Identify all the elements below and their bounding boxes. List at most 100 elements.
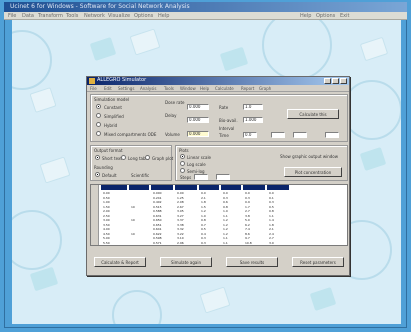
table-row[interactable]: 2.50 0.631 3.27 1.0 1.1 3.8 1.1 xyxy=(91,213,347,218)
radio-constant[interactable] xyxy=(96,104,101,109)
simulation-heading: Simulation model xyxy=(94,97,130,102)
outer-menu-help[interactable]: Help xyxy=(158,13,169,19)
close-icon[interactable] xyxy=(340,78,347,84)
table-row[interactable]: 1.50 10 0.515 2.67 1.5 0.8 1.7 0.5 xyxy=(91,204,347,209)
column-header[interactable] xyxy=(267,185,289,190)
field-rate[interactable]: 1.0 xyxy=(243,104,263,110)
outer-menu-options[interactable]: Options xyxy=(134,13,153,19)
menu-window[interactable]: Window xyxy=(180,86,196,91)
column-header[interactable] xyxy=(175,185,197,190)
simulate-again-button[interactable]: Simulate again xyxy=(160,257,212,267)
field-interval-b[interactable] xyxy=(293,132,307,138)
column-header[interactable] xyxy=(221,185,241,190)
outer-menu-bar: File Data Transform Tools Network Visual… xyxy=(4,12,407,20)
wallpaper-paper xyxy=(359,36,389,62)
table-row[interactable]: 4.50 10 0.622 3.22 0.4 1.2 8.6 2.4 xyxy=(91,231,347,236)
table-row[interactable]: 3.00 10 0.650 3.37 0.8 1.2 5.0 1.4 xyxy=(91,218,347,222)
field-delay[interactable]: 0.000 xyxy=(187,117,209,123)
plot-button[interactable]: Plot concentration xyxy=(284,167,342,177)
field-steps-b[interactable] xyxy=(216,174,230,180)
table-row[interactable]: 1.00 0.402 2.08 1.8 0.6 0.9 0.3 xyxy=(91,200,347,204)
table-cell: 3.10 xyxy=(177,236,184,240)
table-row[interactable]: 0.50 0.241 1.25 2.1 0.3 0.3 0.1 xyxy=(91,195,347,200)
table-cell: 1.0 xyxy=(201,213,206,218)
results-table[interactable]: 0.00 0.000 0.00 0.0 0.0 0.0 0.0 0.50 0.241 1.25 2.… xyxy=(90,184,348,246)
table-row[interactable]: 5.00 0.598 3.10 0.3 1.1 9.7 2.7 xyxy=(91,236,347,240)
table-cell: 2.96 xyxy=(177,240,184,245)
menu-help[interactable]: Help xyxy=(200,86,209,91)
column-header[interactable] xyxy=(151,185,173,190)
field-dose-rate[interactable]: 0.000 xyxy=(187,104,209,110)
calculate-button[interactable]: Calculate this xyxy=(287,109,339,119)
outer-menu-file[interactable]: File xyxy=(8,13,16,19)
radio-linear[interactable] xyxy=(180,154,185,159)
radio-simplified[interactable] xyxy=(96,113,101,118)
radio-short-text[interactable] xyxy=(95,155,100,160)
outer-menu-visualize[interactable]: Visualize xyxy=(108,13,130,19)
wallpaper-paper xyxy=(89,37,117,61)
table-row[interactable]: 5.50 0.571 2.96 0.3 1.1 10.8 3.0 xyxy=(91,240,347,245)
reset-parameters-button[interactable]: Reset parameters xyxy=(292,257,344,267)
table-cell: 0.00 xyxy=(177,191,184,195)
menu-graph[interactable]: Graph xyxy=(259,86,271,91)
calculate-report-button[interactable]: Calculate & Report xyxy=(94,257,146,267)
field-volume[interactable]: 0.000 xyxy=(187,131,209,137)
field-interval-a[interactable] xyxy=(271,132,285,138)
table-cell: 1.8 xyxy=(269,222,274,227)
menu-calculate[interactable]: Calculate xyxy=(215,86,234,91)
table-cell: 2.1 xyxy=(269,227,274,231)
output-heading: Output format xyxy=(94,148,123,153)
wallpaper-circle xyxy=(12,30,52,90)
dialog-titlebar[interactable]: ALLEGRO Simulator xyxy=(87,77,349,85)
radio-hybrid[interactable] xyxy=(96,122,101,127)
outer-menu-right-exit[interactable]: Exit xyxy=(340,13,349,19)
table-cell: 2.08 xyxy=(177,200,184,204)
table-cell: 0.598 xyxy=(153,236,162,240)
wallpaper-circle xyxy=(112,290,162,324)
menu-report[interactable]: Report xyxy=(241,86,254,91)
table-row[interactable]: 0.00 0.000 0.00 0.0 0.0 0.0 0.0 xyxy=(91,191,347,195)
menu-analysis[interactable]: Analysis xyxy=(140,86,156,91)
save-results-button[interactable]: Save results xyxy=(226,257,278,267)
radio-default[interactable] xyxy=(95,172,100,177)
table-cell: 0.241 xyxy=(153,195,162,200)
table-row[interactable]: 3.50 0.651 3.38 0.7 1.2 6.2 1.8 xyxy=(91,222,347,227)
table-cell: 0.4 xyxy=(201,231,206,236)
radio-mixed[interactable] xyxy=(96,131,101,136)
menu-edit[interactable]: Edit xyxy=(104,86,112,91)
radio-graph-plot[interactable] xyxy=(145,155,150,160)
option-scientific: Scientific xyxy=(131,173,150,178)
label-steps: Steps xyxy=(180,175,192,180)
radio-log[interactable] xyxy=(180,161,185,166)
minimize-icon[interactable] xyxy=(324,78,331,84)
column-header[interactable] xyxy=(101,185,127,190)
outer-menu-transform[interactable]: Transform xyxy=(38,13,63,19)
field-time[interactable]: 0.0 xyxy=(243,132,257,138)
radio-semilog[interactable] xyxy=(180,168,185,173)
outer-menu-data[interactable]: Data xyxy=(22,13,34,19)
table-row[interactable]: 2.00 0.588 3.05 1.2 1.0 2.7 0.8 xyxy=(91,209,347,213)
table-cell: 0.3 xyxy=(223,195,228,200)
menu-tools[interactable]: Tools xyxy=(164,86,174,91)
menu-file[interactable]: File xyxy=(90,86,97,91)
table-cell: 0.0 xyxy=(201,191,206,195)
table-row[interactable]: 4.00 0.641 3.32 0.5 1.2 7.4 2.1 xyxy=(91,227,347,231)
table-cell: 1.1 xyxy=(223,240,228,245)
column-header[interactable] xyxy=(199,185,219,190)
table-cell: 1.7 xyxy=(245,204,250,209)
column-header[interactable] xyxy=(243,185,265,190)
maximize-icon[interactable] xyxy=(332,78,339,84)
field-steps-a[interactable] xyxy=(194,174,208,180)
field-interval-c[interactable] xyxy=(325,132,339,138)
menu-settings[interactable]: Settings xyxy=(118,86,134,91)
outer-menu-network[interactable]: Network xyxy=(84,13,105,19)
radio-long-table[interactable] xyxy=(121,155,126,160)
field-bioavail[interactable]: 1.000 xyxy=(243,117,263,123)
column-header[interactable] xyxy=(129,185,149,190)
outer-menu-right-help[interactable]: Help xyxy=(300,13,311,19)
table-cell: 0.515 xyxy=(153,204,162,209)
outer-menu-right-options[interactable]: Options xyxy=(316,13,335,19)
option-linear: Linear scale xyxy=(187,155,212,160)
table-cell: 3.05 xyxy=(177,209,184,213)
outer-menu-tools[interactable]: Tools xyxy=(66,13,78,19)
